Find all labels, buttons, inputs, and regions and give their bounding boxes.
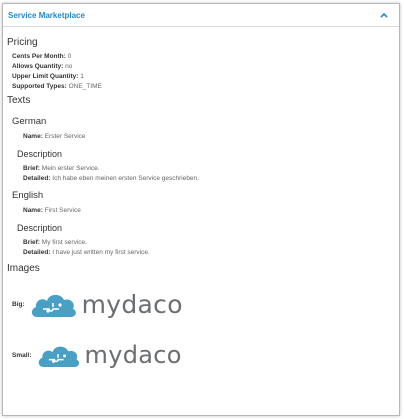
small-image-row: Small: mydaco: [7, 339, 395, 371]
english-brief-label: Brief:: [23, 239, 40, 246]
english-brief-value: My first service.: [41, 239, 87, 246]
english-heading: English: [12, 190, 44, 201]
german-name-row: Name: Erster Service: [7, 132, 395, 142]
cents-per-month-row: Cents Per Month: 0: [12, 52, 395, 62]
german-description: Brief: Mein erster Service. Detailed: Ic…: [7, 164, 395, 184]
panel-title: Service Marketplace: [8, 10, 85, 20]
english-description-heading: Description: [17, 223, 63, 233]
big-logo: mydaco: [29, 287, 183, 321]
upper-limit-quantity-row: Upper Limit Quantity: 1: [12, 72, 395, 82]
german-detailed-value: Ich habe eben meinen ersten Service gesc…: [52, 175, 199, 182]
small-cloud-puzzle-icon: [38, 346, 79, 367]
big-image-row: Big: mydaco: [7, 287, 395, 321]
texts-heading: Texts: [7, 95, 31, 106]
panel-header[interactable]: Service Marketplace: [3, 4, 399, 27]
big-cloud-puzzle-icon: [31, 294, 76, 317]
english-detailed-value: I have just written my first service.: [52, 249, 150, 256]
english-detailed-label: Detailed:: [23, 249, 51, 256]
big-logo-text: mydaco: [81, 289, 183, 319]
german-brief-row: Brief: Mein erster Service.: [23, 164, 395, 174]
supported-types-value: ONE_TIME: [68, 83, 102, 90]
english-name-label: Name:: [23, 207, 43, 214]
upper-limit-quantity-value: 1: [80, 73, 84, 80]
pricing-list: Cents Per Month: 0 Allows Quantity: no U…: [7, 52, 395, 92]
german-description-heading: Description: [17, 149, 63, 159]
service-marketplace-panel: Service Marketplace Pricing Cents Per Mo…: [2, 3, 400, 416]
small-logo-text: mydaco: [84, 341, 182, 369]
german-brief-label: Brief:: [23, 165, 40, 172]
english-brief-row: Brief: My first service.: [23, 238, 395, 248]
small-logo: mydaco: [36, 339, 182, 371]
german-detailed-label: Detailed:: [23, 175, 51, 182]
upper-limit-quantity-label: Upper Limit Quantity:: [12, 73, 79, 80]
german-name-value: Erster Service: [44, 133, 86, 140]
pricing-heading: Pricing: [7, 37, 38, 48]
allows-quantity-label: Allows Quantity:: [12, 63, 64, 70]
german-brief-value: Mein erster Service.: [41, 165, 100, 172]
images-heading: Images: [7, 263, 40, 274]
german-detailed-row: Detailed: Ich habe eben meinen ersten Se…: [23, 174, 395, 184]
english-name-row: Name: First Service: [7, 206, 395, 216]
cents-per-month-label: Cents Per Month:: [12, 53, 66, 60]
chevron-up-icon[interactable]: [379, 10, 389, 20]
allows-quantity-row: Allows Quantity: no: [12, 62, 395, 72]
allows-quantity-value: no: [65, 63, 73, 70]
cents-per-month-value: 0: [67, 53, 72, 60]
small-image-label: Small:: [12, 351, 32, 359]
panel-content: Pricing Cents Per Month: 0 Allows Quanti…: [3, 27, 399, 371]
supported-types-label: Supported Types:: [12, 83, 67, 90]
english-name-value: First Service: [44, 207, 81, 214]
german-heading: German: [12, 116, 47, 127]
supported-types-row: Supported Types: ONE_TIME: [12, 82, 395, 92]
german-name-label: Name:: [23, 133, 43, 140]
english-description: Brief: My first service. Detailed: I hav…: [7, 238, 395, 258]
big-image-label: Big:: [12, 300, 25, 308]
english-detailed-row: Detailed: I have just written my first s…: [23, 248, 395, 258]
